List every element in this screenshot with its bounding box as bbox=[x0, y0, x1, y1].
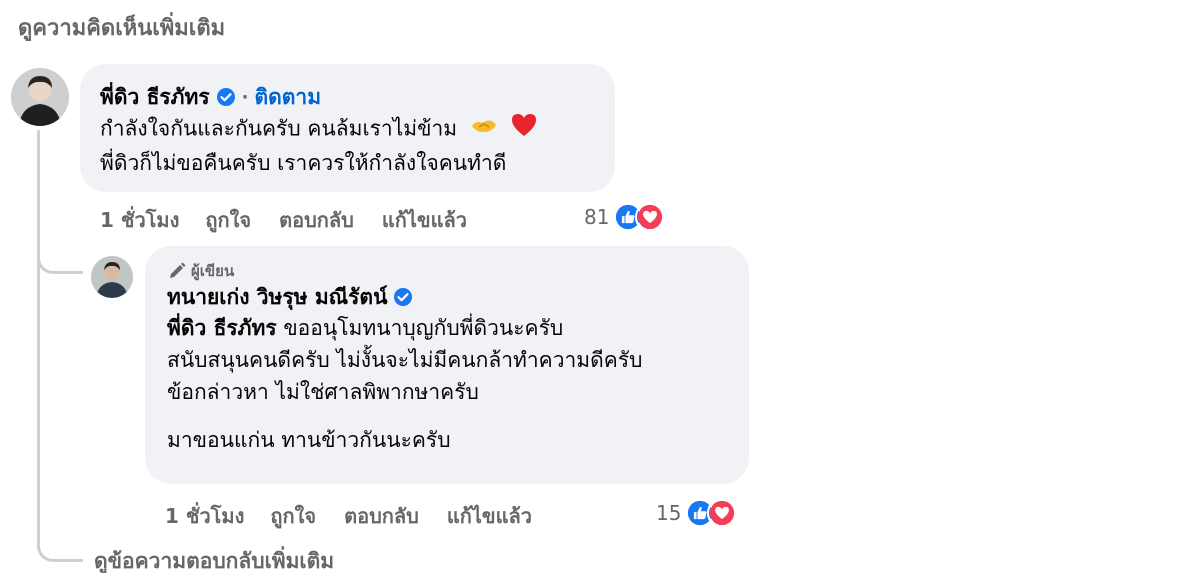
comment-line: กำลังใจกันและกันครับ คนล้มเราไม่ข้าม bbox=[100, 116, 458, 141]
comment-author-name[interactable]: พี่ดิว ธีรภัทร bbox=[100, 81, 210, 114]
reply-button[interactable]: ตอบกลับ bbox=[344, 500, 419, 532]
reaction-summary[interactable]: 81 bbox=[584, 202, 666, 232]
comment-line: พี่ดิวก็ไม่ขอคืนครับ เราควรให้กำลังใจคนท… bbox=[100, 151, 507, 175]
edited-label[interactable]: แก้ไขแล้ว bbox=[382, 204, 467, 236]
handshake-icon bbox=[470, 114, 498, 146]
commenter-avatar[interactable] bbox=[11, 68, 69, 126]
thread-connector bbox=[37, 520, 83, 562]
separator-dot: · bbox=[241, 86, 249, 108]
reply-bubble: ผู้เขียน ทนายเก่ง วิษรุษ มณีรัตน์ พี่ดิว… bbox=[145, 246, 749, 484]
reply-line: ขออนุโมทนาบุญกับพี่ดิวนะครับ bbox=[276, 316, 564, 340]
reply-text: พี่ดิว ธีรภัทร ขออนุโมทนาบุญกับพี่ดิวนะค… bbox=[167, 312, 727, 456]
comment-actions: 1 ชั่วโมง ถูกใจ ตอบกลับ แก้ไขแล้ว bbox=[100, 204, 495, 236]
thread-line bbox=[37, 130, 40, 550]
author-badge: ผู้เขียน bbox=[191, 262, 235, 280]
pencil-icon bbox=[167, 261, 187, 281]
reply-actions: 1 ชั่วโมง ถูกใจ ตอบกลับ แก้ไขแล้ว bbox=[165, 500, 560, 532]
red-heart-icon bbox=[510, 112, 538, 147]
reaction-summary[interactable]: 15 bbox=[656, 498, 738, 528]
verified-badge-icon bbox=[393, 287, 413, 307]
reply-timestamp[interactable]: 1 ชั่วโมง bbox=[165, 500, 244, 532]
reaction-count: 81 bbox=[584, 205, 610, 229]
reply-line: สนับสนุนคนดีครับ ไม่งั้นจะไม่มีคนกล้าทำค… bbox=[167, 348, 643, 372]
comment-timestamp[interactable]: 1 ชั่วโมง bbox=[100, 204, 179, 236]
comment-bubble: พี่ดิว ธีรภัทร · ติดตาม กำลังใจกันและกัน… bbox=[80, 64, 615, 192]
reply-line: มาขอนแก่น ทานข้าวกันนะครับ bbox=[167, 428, 451, 452]
verified-badge-icon bbox=[216, 87, 236, 107]
view-more-comments-link[interactable]: ดูความคิดเห็นเพิ่มเติม bbox=[18, 10, 225, 45]
mention-link[interactable]: พี่ดิว ธีรภัทร bbox=[167, 316, 277, 340]
reaction-count: 15 bbox=[656, 501, 682, 525]
like-button[interactable]: ถูกใจ bbox=[270, 500, 316, 532]
love-reaction-icon bbox=[707, 498, 738, 528]
thread-connector bbox=[37, 232, 83, 274]
reply-button[interactable]: ตอบกลับ bbox=[279, 204, 354, 236]
reply-author-name[interactable]: ทนายเก่ง วิษรุษ มณีรัตน์ bbox=[167, 281, 387, 314]
love-reaction-icon bbox=[635, 202, 666, 232]
edited-label[interactable]: แก้ไขแล้ว bbox=[447, 500, 532, 532]
view-more-replies-link[interactable]: ดูข้อความตอบกลับเพิ่มเติม bbox=[94, 545, 334, 573]
comment-text: กำลังใจกันและกันครับ คนล้มเราไม่ข้าม พี่… bbox=[100, 112, 595, 179]
reply-line: ข้อกล่าวหา ไม่ใช่ศาลพิพากษาครับ bbox=[167, 380, 479, 404]
like-button[interactable]: ถูกใจ bbox=[205, 204, 251, 236]
reply-author-avatar[interactable] bbox=[91, 256, 133, 298]
follow-button[interactable]: ติดตาม bbox=[255, 81, 322, 114]
